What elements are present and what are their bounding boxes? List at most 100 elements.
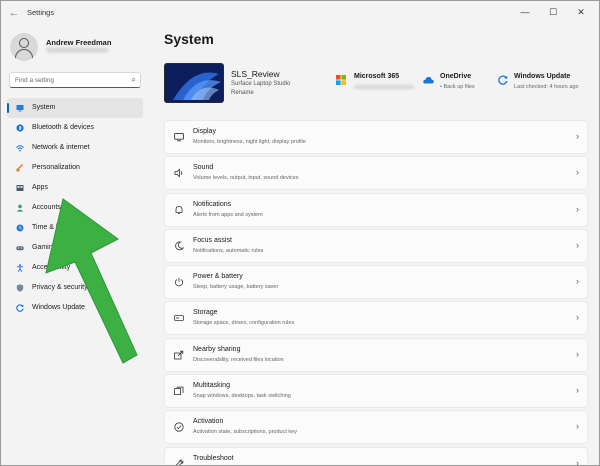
gaming-icon xyxy=(16,246,24,251)
search-box[interactable]: ⌕ xyxy=(9,72,141,88)
avatar-body-icon xyxy=(15,49,33,61)
sidebar-item-label: Personalization xyxy=(32,164,80,171)
chevron-right-icon: › xyxy=(576,203,579,214)
row-title: Storage xyxy=(193,309,218,317)
onedrive-link[interactable]: OneDrive xyxy=(440,73,471,80)
microsoft-365-status-redacted xyxy=(354,85,414,89)
sidebar-item-accounts[interactable]: Accounts xyxy=(7,198,143,218)
sidebar-item-label: Apps xyxy=(32,184,48,191)
chevron-right-icon: › xyxy=(576,131,579,141)
sidebar-item-system[interactable]: System xyxy=(7,98,143,118)
sidebar-item-windows-update[interactable]: Windows Update xyxy=(7,298,143,318)
device-wallpaper-thumbnail xyxy=(164,63,224,103)
sidebar-item-privacy-security[interactable]: Privacy & security xyxy=(7,278,143,298)
activation-icon xyxy=(174,422,184,432)
sidebar-item-bluetooth[interactable]: Bluetooth & devices xyxy=(7,118,143,138)
avatar-head-icon xyxy=(19,38,29,48)
row-title: Sound xyxy=(193,164,214,172)
settings-row-troubleshoot[interactable]: Troubleshoot › xyxy=(164,446,588,466)
display-icon xyxy=(174,133,184,142)
settings-row-sound[interactable]: Sound Volume levels, output, input, soun… xyxy=(164,156,588,191)
search-input[interactable] xyxy=(15,75,125,86)
row-subtitle: Alerts from apps and system xyxy=(193,211,263,218)
device-name: SLS_Review xyxy=(231,69,280,79)
user-email-redacted xyxy=(46,48,108,52)
avatar[interactable] xyxy=(10,33,38,61)
row-subtitle: Activation state, subscriptions, product… xyxy=(193,429,297,436)
settings-row-multitasking[interactable]: Multitasking Snap windows, desktops, tas… xyxy=(164,374,588,409)
sidebar-item-label: Accounts xyxy=(32,204,61,211)
moon-icon xyxy=(175,241,184,251)
row-title: Display xyxy=(193,128,216,135)
chevron-right-icon: › xyxy=(576,457,579,466)
row-subtitle: Sleep, battery usage, battery saver xyxy=(193,284,279,291)
back-arrow-icon[interactable]: ← xyxy=(7,6,21,20)
windows-bloom-wallpaper-icon xyxy=(165,64,223,102)
time-language-icon xyxy=(16,224,24,232)
settings-row-storage[interactable]: Storage Storage space, drives, configura… xyxy=(164,301,588,336)
row-title: Activation xyxy=(193,418,224,426)
settings-row-notifications[interactable]: Notifications Alerts from apps and syste… xyxy=(164,192,588,227)
windows-update-status: Last checked: 4 hours ago xyxy=(514,84,579,90)
chevron-right-icon: › xyxy=(576,385,579,396)
shield-icon xyxy=(16,284,24,292)
troubleshoot-icon xyxy=(175,459,184,465)
windows-update-link[interactable]: Windows Update xyxy=(514,73,570,80)
page-title: System xyxy=(164,31,214,47)
rename-link[interactable]: Rename xyxy=(231,90,254,96)
maximize-button[interactable]: ☐ xyxy=(544,4,562,20)
system-icon xyxy=(16,105,24,112)
sidebar-item-label: Network & internet xyxy=(32,144,90,151)
settings-list: Display Monitors, brightness, night ligh… xyxy=(164,120,588,466)
row-subtitle: Snap windows, desktops, task switching xyxy=(193,393,291,400)
title-bar: ← Settings — ☐ ✕ xyxy=(1,1,599,25)
sidebar-item-label: System xyxy=(32,104,56,111)
multitasking-icon xyxy=(174,386,184,396)
onedrive-icon[interactable] xyxy=(423,76,434,84)
sidebar: Andrew Freedman ⌕ System Bluetooth & dev… xyxy=(1,25,151,465)
sidebar-nav: System Bluetooth & devices Network & int… xyxy=(7,98,143,318)
windows-update-icon[interactable] xyxy=(498,75,508,85)
sidebar-item-gaming[interactable]: Gaming xyxy=(7,238,143,258)
sidebar-item-accessibility[interactable]: Accessibility xyxy=(7,258,143,278)
settings-row-display[interactable]: Display Monitors, brightness, night ligh… xyxy=(164,120,588,154)
chevron-right-icon: › xyxy=(576,312,579,323)
sidebar-item-apps[interactable]: Apps xyxy=(7,178,143,198)
row-title: Troubleshoot xyxy=(193,454,234,462)
sidebar-item-personalization[interactable]: Personalization xyxy=(7,158,143,178)
storage-icon xyxy=(174,315,184,322)
windows-update-icon xyxy=(16,304,24,312)
settings-row-nearby-sharing[interactable]: Nearby sharing Discoverability, received… xyxy=(164,337,588,372)
settings-row-power-battery[interactable]: Power & battery Sleep, battery usage, ba… xyxy=(164,265,588,300)
accounts-icon xyxy=(16,204,24,212)
settings-row-activation[interactable]: Activation Activation state, subscriptio… xyxy=(164,410,588,445)
sidebar-item-time-language[interactable]: Time & language xyxy=(7,218,143,238)
bluetooth-icon xyxy=(16,124,24,132)
sidebar-item-label: Windows Update xyxy=(32,304,85,311)
sidebar-item-label: Gaming xyxy=(32,244,57,251)
chevron-right-icon: › xyxy=(576,239,579,250)
chevron-right-icon: › xyxy=(576,276,579,287)
user-name: Andrew Freedman xyxy=(46,38,112,47)
microsoft-365-link[interactable]: Microsoft 365 xyxy=(354,73,399,80)
sidebar-item-network[interactable]: Network & internet xyxy=(7,138,143,158)
network-icon xyxy=(16,145,24,152)
row-subtitle: Discoverability, received files location xyxy=(193,356,284,363)
onedrive-status: • Back up files xyxy=(440,84,475,90)
app-title: Settings xyxy=(27,8,55,17)
share-icon xyxy=(174,350,184,360)
close-button[interactable]: ✕ xyxy=(572,4,590,20)
settings-row-focus-assist[interactable]: Focus assist Notifications, automatic ru… xyxy=(164,228,588,263)
row-subtitle: Notifications, automatic rules xyxy=(193,247,264,254)
accessibility-icon xyxy=(16,264,24,272)
search-icon[interactable]: ⌕ xyxy=(132,75,136,85)
row-title: Focus assist xyxy=(193,236,232,244)
sidebar-item-label: Time & language xyxy=(32,224,85,231)
settings-window: ← Settings — ☐ ✕ Andrew Freedman ⌕ Syste… xyxy=(0,0,600,466)
brush-icon xyxy=(16,164,23,172)
power-icon xyxy=(175,277,183,287)
row-title: Multitasking xyxy=(193,382,230,390)
apps-icon xyxy=(16,185,24,191)
microsoft-365-icon[interactable] xyxy=(336,75,346,85)
minimize-button[interactable]: — xyxy=(516,4,534,20)
